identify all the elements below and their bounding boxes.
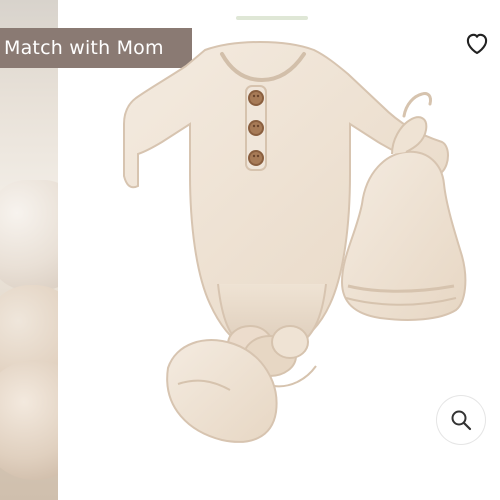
gown-buttons (248, 90, 264, 166)
knotted-gown-illustration (123, 40, 467, 443)
search-icon (451, 410, 472, 431)
carousel-indicator (236, 16, 308, 20)
zoom-button[interactable] (437, 396, 485, 444)
product-main-image[interactable] (110, 34, 470, 454)
previous-product-image[interactable] (0, 0, 58, 500)
product-image-viewer: Match with Mom (0, 0, 500, 500)
